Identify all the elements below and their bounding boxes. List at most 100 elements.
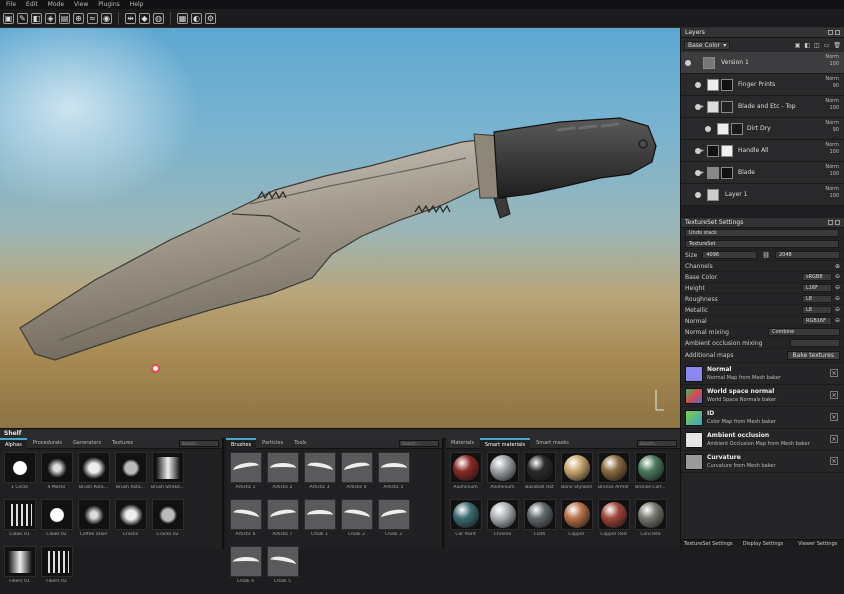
map-row[interactable]: Ambient occlusion Ambient Occlusion Map f… [681, 429, 844, 451]
tab-smart-masks[interactable]: Smart masks [531, 438, 574, 449]
clone-icon[interactable]: ⊕ [73, 12, 84, 24]
shelf-item[interactable]: Artistic 1 [228, 452, 263, 497]
eye-icon[interactable] [695, 81, 701, 88]
screenshot-icon[interactable]: ▦ [177, 12, 188, 24]
layer-blend[interactable]: Norm [825, 142, 839, 149]
shelf-item[interactable]: Cracks [113, 499, 148, 544]
link-icon[interactable]: ⛓ [762, 252, 770, 259]
shelf-item[interactable]: Chalk 5 [265, 546, 300, 591]
layer-blend[interactable]: Norm [825, 98, 839, 105]
layer-row[interactable]: ▸ Blade and Etc - Top Norm 100 [681, 96, 844, 118]
shelf-item[interactable]: 4 Marks [39, 452, 74, 497]
add-mask-icon[interactable]: ◫ [814, 42, 820, 49]
normal-mixing-dropdown[interactable]: Combine [768, 328, 840, 336]
shelf-item[interactable]: Artistic 3 [302, 452, 337, 497]
shelf-item[interactable]: Copper [559, 499, 594, 544]
layer-blend[interactable]: Norm [825, 54, 839, 61]
shelf-item[interactable]: Car Paint [448, 499, 483, 544]
layer-row[interactable]: ▸ Blade Norm 100 [681, 162, 844, 184]
remove-icon[interactable]: ⊖ [835, 295, 840, 303]
paint-brush-icon[interactable]: ✎ [17, 12, 28, 24]
folder-icon[interactable]: ▸ [701, 103, 704, 110]
bake-textures-button[interactable]: Bake textures [786, 351, 840, 360]
tab-generators[interactable]: Generators [68, 438, 106, 449]
layer-opacity[interactable]: 90 [825, 83, 839, 90]
3d-viewport[interactable] [0, 28, 680, 428]
layer-blend[interactable]: Norm [825, 186, 839, 193]
layer-blend[interactable]: Norm [825, 76, 839, 83]
remove-icon[interactable]: ⊖ [835, 306, 840, 314]
close-icon[interactable]: × [830, 435, 838, 443]
brushes-search-input[interactable]: Search... [399, 439, 439, 447]
tab-brushes[interactable]: Brushes [226, 437, 257, 449]
menu-view[interactable]: View [74, 1, 88, 8]
shelf-item[interactable]: Chalk 4 [228, 546, 263, 591]
panel-close-icon[interactable] [835, 30, 840, 35]
channel-format[interactable]: sRGB8 [801, 273, 832, 281]
menu-edit[interactable]: Edit [26, 1, 38, 8]
close-icon[interactable]: × [830, 457, 838, 465]
delete-layer-icon[interactable]: 🗑 [833, 42, 841, 49]
shelf-item[interactable]: Artistic 5 [376, 452, 411, 497]
camera-icon[interactable]: ◍ [153, 12, 164, 24]
layer-opacity[interactable]: 100 [825, 61, 839, 68]
shelf-item[interactable]: Cloth [522, 499, 557, 544]
panel-float-icon[interactable] [828, 220, 833, 225]
add-channel-icon[interactable]: ⊕ [835, 263, 840, 270]
layer-row[interactable]: Finger Prints Norm 90 [681, 74, 844, 96]
textureset-field[interactable]: TextureSet [685, 240, 839, 248]
shelf-item[interactable]: Brush Rota... [113, 452, 148, 497]
tab-particles[interactable]: Particles [257, 438, 288, 449]
add-fill-layer-icon[interactable]: ◧ [804, 42, 810, 49]
shelf-item[interactable]: Claws 02 [39, 499, 74, 544]
layer-opacity[interactable]: 100 [825, 171, 839, 178]
tab-smart-materials[interactable]: Smart materials [479, 437, 531, 449]
layer-row[interactable]: Dirt Dry Norm 90 [681, 118, 844, 140]
menu-file[interactable]: File [6, 1, 16, 8]
shelf-item[interactable]: Chalk 1 [302, 499, 337, 544]
shelf-item[interactable]: Brush Rota... [76, 452, 111, 497]
eye-icon[interactable] [695, 191, 701, 198]
settings-icon[interactable]: ⚙ [205, 12, 216, 24]
shelf-item[interactable]: Aluminium [448, 452, 483, 497]
layer-opacity[interactable]: 90 [825, 127, 839, 134]
layer-opacity[interactable]: 100 [825, 105, 839, 112]
materials-search-input[interactable]: Search... [637, 439, 677, 447]
geometry-mask-icon[interactable]: ▤ [59, 12, 70, 24]
tab-textureset-settings[interactable]: TextureSet Settings [681, 540, 736, 548]
save-icon[interactable]: ▣ [3, 12, 14, 24]
shelf-item[interactable]: Aluminium [485, 452, 520, 497]
channel-dropdown[interactable]: Base Color ▾ [684, 40, 731, 50]
shelf-item[interactable]: Fibers 02 [39, 546, 74, 591]
map-row[interactable]: World space normal World Space Normals ba… [681, 385, 844, 407]
ao-mixing-dropdown[interactable] [790, 339, 840, 347]
shelf-item[interactable]: Bone Stylized [559, 452, 594, 497]
menu-plugins[interactable]: Plugins [98, 1, 120, 8]
close-icon[interactable]: × [830, 391, 838, 399]
add-layer-icon[interactable]: ▣ [795, 42, 801, 49]
shelf-item[interactable]: Artistic 4 [339, 452, 374, 497]
symmetry-icon[interactable]: ⇹ [125, 12, 136, 24]
layer-opacity[interactable]: 100 [825, 149, 839, 156]
channel-format[interactable]: L8 [801, 306, 832, 314]
tab-display-settings[interactable]: Display Settings [736, 540, 791, 548]
shelf-item[interactable]: Chalk 3 [376, 499, 411, 544]
map-row[interactable]: ID Color Map from Mesh baker × [681, 407, 844, 429]
shelf-item[interactable]: Copper Red [596, 499, 631, 544]
close-icon[interactable]: × [830, 413, 838, 421]
alphas-search-input[interactable]: Search... [179, 439, 219, 447]
layer-row[interactable]: Layer 1 Norm 100 [681, 184, 844, 206]
tab-procedurals[interactable]: Procedurals [28, 438, 67, 449]
picker-icon[interactable]: ◉ [101, 12, 112, 24]
shelf-item[interactable]: Chrome [485, 499, 520, 544]
tab-materials[interactable]: Materials [446, 438, 479, 449]
render-icon[interactable]: ◐ [191, 12, 202, 24]
close-icon[interactable]: × [830, 369, 838, 377]
panel-close-icon[interactable] [835, 220, 840, 225]
polygon-fill-icon[interactable]: ◆ [139, 12, 150, 24]
tab-textures[interactable]: Textures [107, 438, 138, 449]
folder-icon[interactable]: ▸ [701, 169, 704, 176]
layer-row[interactable]: Version 1 Norm 100 [681, 52, 844, 74]
eye-icon[interactable] [685, 59, 691, 66]
tab-tools[interactable]: Tools [289, 438, 311, 449]
